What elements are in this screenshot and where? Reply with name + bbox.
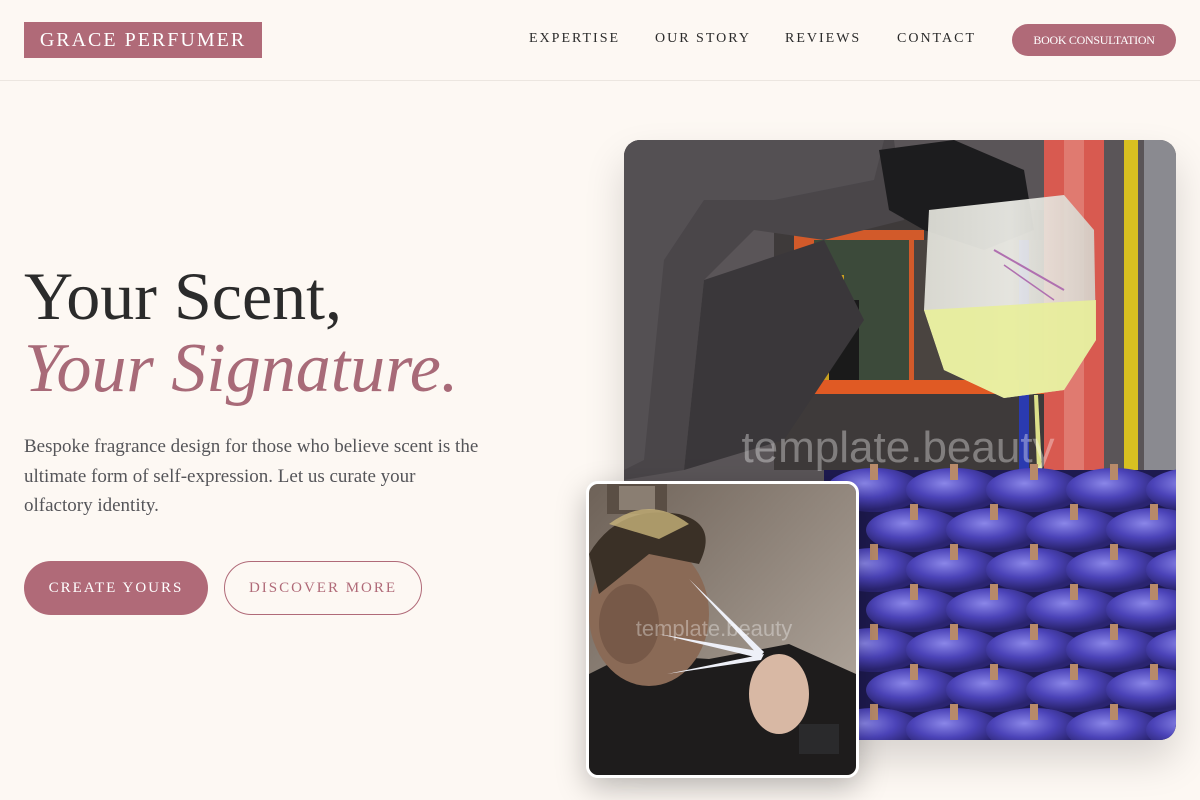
candle-wick bbox=[950, 544, 958, 560]
nav-expertise[interactable]: EXPERTISE bbox=[529, 31, 620, 47]
candle-wick bbox=[1070, 584, 1078, 600]
brand-logo[interactable]: GRACE PERFUMER bbox=[24, 22, 262, 58]
scent-testing-image: template.beauty bbox=[586, 481, 859, 778]
candle-wick bbox=[990, 664, 998, 680]
candle-wick bbox=[950, 704, 958, 720]
candle-wick bbox=[870, 464, 878, 480]
candle-wick bbox=[1110, 464, 1118, 480]
candle-wick bbox=[1070, 504, 1078, 520]
candle-wick bbox=[990, 584, 998, 600]
main-image-watermark: template.beauty bbox=[741, 423, 1054, 472]
candle-wick bbox=[910, 664, 918, 680]
candle-wick bbox=[1030, 544, 1038, 560]
site-header: GRACE PERFUMER EXPERTISE OUR STORY REVIE… bbox=[0, 0, 1200, 81]
discover-more-button[interactable]: DISCOVER MORE bbox=[224, 561, 422, 615]
candle-wick bbox=[1070, 664, 1078, 680]
candle-wick bbox=[1030, 704, 1038, 720]
candle-wick bbox=[910, 504, 918, 520]
hero-title-line1: Your Scent, bbox=[24, 258, 343, 334]
nav-reviews[interactable]: REVIEWS bbox=[785, 31, 861, 47]
small-image-watermark: template.beauty bbox=[636, 616, 793, 641]
candle-wick bbox=[910, 584, 918, 600]
candle-wick bbox=[870, 624, 878, 640]
candle-wick bbox=[1150, 584, 1158, 600]
candle-wick bbox=[1150, 504, 1158, 520]
hero-description: Bespoke fragrance design for those who b… bbox=[24, 436, 479, 516]
nav-contact[interactable]: CONTACT bbox=[897, 31, 976, 47]
candle-wick bbox=[990, 504, 998, 520]
nav-our-story[interactable]: OUR STORY bbox=[655, 31, 751, 47]
candle-wick bbox=[1110, 704, 1118, 720]
candle-jars bbox=[824, 464, 1176, 740]
book-consultation-button[interactable]: BOOK CONSULTATION bbox=[1012, 24, 1176, 56]
scent-testing-illustration: template.beauty bbox=[589, 484, 856, 775]
candle-wick bbox=[1150, 664, 1158, 680]
candle-wick bbox=[1110, 624, 1118, 640]
create-yours-button[interactable]: CREATE YOURS bbox=[24, 561, 208, 615]
candle-wick bbox=[1030, 464, 1038, 480]
candle-wick bbox=[870, 704, 878, 720]
candle-wick bbox=[1110, 544, 1118, 560]
candle-wick bbox=[950, 464, 958, 480]
candle-wick bbox=[870, 544, 878, 560]
candle-wick bbox=[1030, 624, 1038, 640]
hero-title-line2: Your Signature. bbox=[24, 330, 459, 407]
candle-wick bbox=[950, 624, 958, 640]
